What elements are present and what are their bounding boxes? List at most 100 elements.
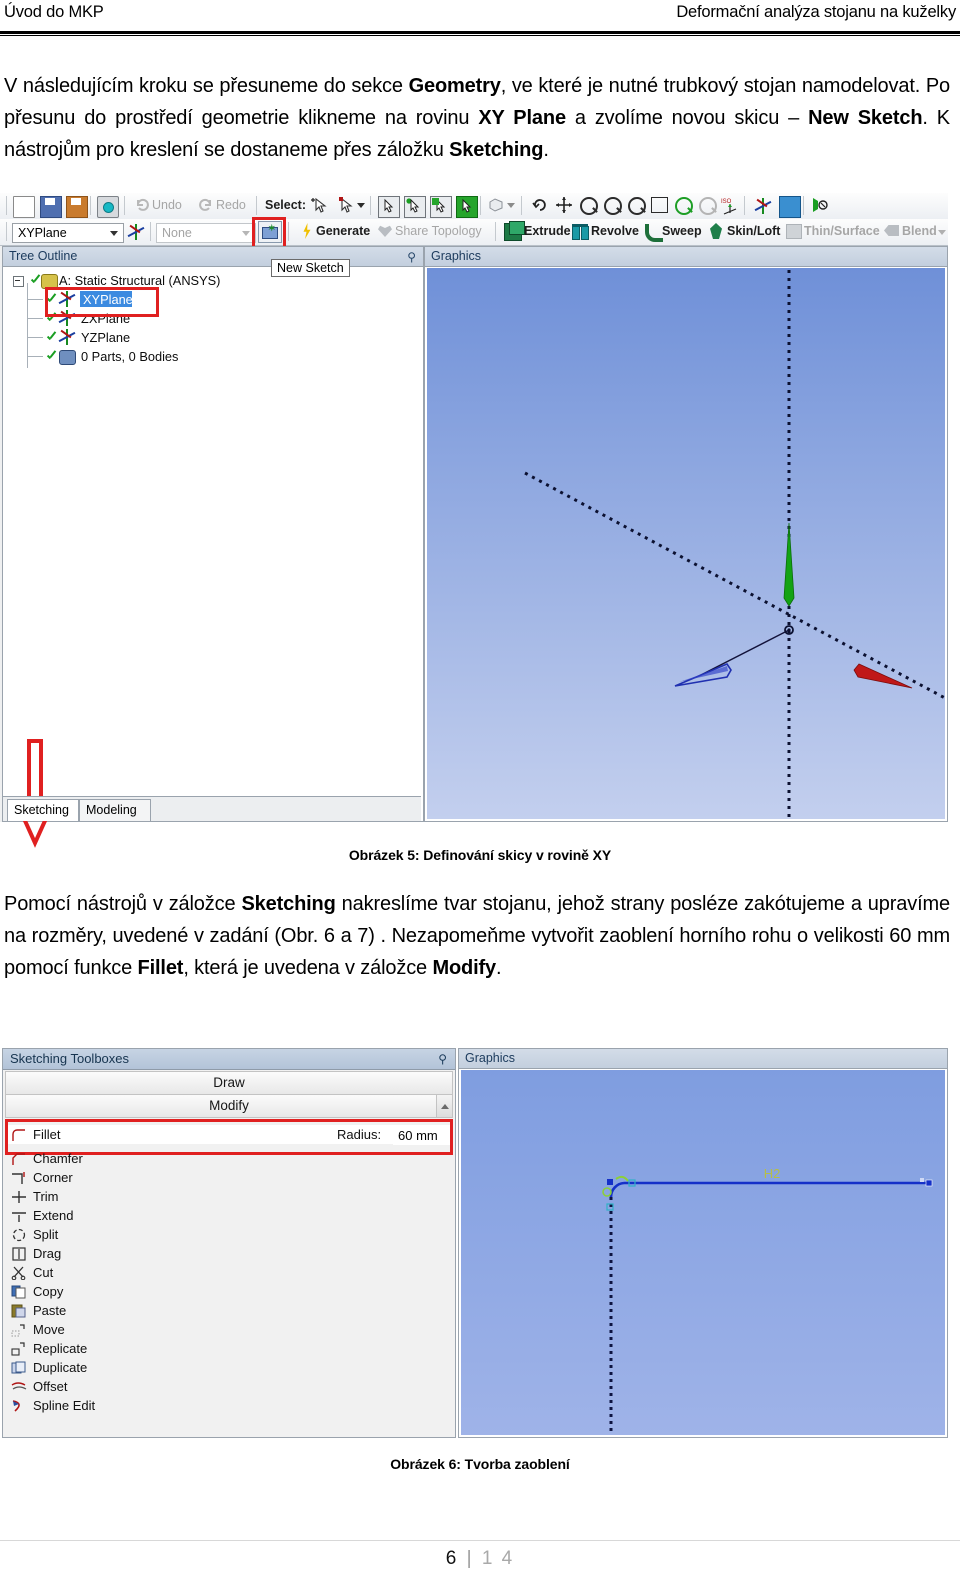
group-draw[interactable]: Draw bbox=[5, 1071, 453, 1095]
rotate-icon[interactable] bbox=[531, 196, 551, 216]
iso-view-icon[interactable]: ISO bbox=[719, 196, 739, 216]
xyplane-highlight-annotation bbox=[45, 287, 159, 317]
skin-loft-button[interactable]: Skin/Loft bbox=[727, 224, 780, 238]
modify-item-label: Corner bbox=[33, 1170, 73, 1185]
modify-item-replicate[interactable]: Replicate bbox=[7, 1339, 447, 1358]
modify-item-trim[interactable]: Trim bbox=[7, 1187, 447, 1206]
save-icon[interactable] bbox=[40, 196, 62, 218]
redo-label[interactable]: Redo bbox=[216, 198, 246, 212]
skin-loft-icon[interactable] bbox=[710, 223, 722, 239]
scroll-up-button[interactable] bbox=[436, 1094, 453, 1118]
box-select-icon[interactable] bbox=[337, 196, 357, 216]
modify-item-copy[interactable]: Copy bbox=[7, 1282, 447, 1301]
extrude-icon[interactable] bbox=[504, 221, 525, 241]
modify-item-drag[interactable]: Drag bbox=[7, 1244, 447, 1263]
sketching-toolboxes-panel: Sketching Toolboxes ⚲ Draw Modify Fillet… bbox=[2, 1048, 456, 1438]
look-at-icon[interactable] bbox=[810, 196, 830, 216]
plane-selector[interactable]: XYPlane bbox=[12, 223, 124, 243]
blend-button: Blend bbox=[902, 224, 937, 238]
modify-item-offset[interactable]: Offset bbox=[7, 1377, 447, 1396]
modify-item-label: Move bbox=[33, 1322, 65, 1337]
check-icon bbox=[31, 276, 40, 285]
modify-item-paste[interactable]: Paste bbox=[7, 1301, 447, 1320]
revolve-icon[interactable] bbox=[572, 224, 589, 240]
pin-icon[interactable]: ⚲ bbox=[407, 250, 416, 264]
toolbar-row-1: Undo Redo Select: ISO bbox=[0, 193, 948, 220]
share-topology-icon bbox=[378, 225, 392, 237]
magnifier-icon[interactable] bbox=[675, 197, 693, 215]
new-page-icon[interactable] bbox=[13, 196, 35, 218]
sweep-button[interactable]: Sweep bbox=[662, 224, 702, 238]
new-sketch-tooltip: New Sketch bbox=[271, 259, 350, 277]
redo-icon[interactable] bbox=[197, 196, 217, 216]
save-as-icon[interactable] bbox=[66, 196, 88, 218]
revolve-button[interactable]: Revolve bbox=[591, 224, 639, 238]
sweep-icon[interactable] bbox=[645, 224, 663, 242]
generate-icon[interactable] bbox=[303, 223, 311, 239]
zoom-to-fit-icon[interactable] bbox=[651, 197, 668, 213]
box-zoom-icon[interactable] bbox=[628, 197, 646, 215]
extend-icon bbox=[11, 1209, 27, 1223]
zoom-icon[interactable] bbox=[580, 197, 598, 215]
share-topology-button: Share Topology bbox=[395, 224, 482, 238]
new-plane-icon[interactable] bbox=[127, 224, 145, 240]
tab-modeling[interactable]: Modeling bbox=[79, 799, 151, 821]
plane-selector-value: XYPlane bbox=[18, 226, 67, 240]
view-cube-icon[interactable] bbox=[487, 196, 507, 216]
graphics-header: Graphics bbox=[425, 247, 947, 267]
toolbar-divider bbox=[6, 196, 7, 215]
new-sketch-highlight-annotation bbox=[252, 217, 286, 249]
sketch-selector[interactable]: None bbox=[156, 223, 256, 243]
cut-icon bbox=[11, 1266, 27, 1281]
chevron-down-icon[interactable] bbox=[507, 203, 515, 208]
modify-item-label: Trim bbox=[33, 1189, 59, 1204]
footer-rule bbox=[0, 1540, 960, 1541]
zoom-out-icon[interactable] bbox=[699, 197, 717, 215]
tree-item-yzplane[interactable]: YZPlane bbox=[3, 328, 423, 347]
running-head-left: Úvod do MKP bbox=[4, 3, 104, 21]
zoom-in-icon[interactable] bbox=[604, 197, 622, 215]
modify-item-duplicate[interactable]: Duplicate bbox=[7, 1358, 447, 1377]
undo-icon[interactable] bbox=[133, 196, 153, 216]
plane-icon[interactable] bbox=[753, 196, 773, 216]
screenshot-icon[interactable] bbox=[97, 196, 119, 218]
tab-sketching[interactable]: Sketching bbox=[7, 799, 79, 821]
sketch-selector-value: None bbox=[162, 226, 192, 240]
body-filter-icon[interactable] bbox=[456, 196, 478, 218]
modify-item-move[interactable]: Move bbox=[7, 1320, 447, 1339]
face-filter-icon[interactable] bbox=[430, 196, 452, 218]
thin-surface-button: Thin/Surface bbox=[804, 224, 880, 238]
single-select-icon[interactable] bbox=[310, 196, 330, 216]
vertex-filter-icon[interactable] bbox=[378, 196, 400, 218]
group-modify[interactable]: Modify bbox=[5, 1094, 453, 1118]
tree-item-bodies[interactable]: 0 Parts, 0 Bodies bbox=[3, 347, 423, 366]
check-icon bbox=[47, 333, 56, 342]
graphics-viewport[interactable] bbox=[427, 268, 945, 820]
header-rule-thin bbox=[0, 35, 960, 36]
pan-icon[interactable] bbox=[555, 196, 575, 216]
modify-item-chamfer[interactable]: Chamfer bbox=[7, 1149, 447, 1168]
modify-item-split[interactable]: Split bbox=[7, 1225, 447, 1244]
tab-label: Sketching bbox=[14, 803, 69, 817]
edge-filter-icon[interactable] bbox=[404, 196, 426, 218]
modify-item-spline-edit[interactable]: Spline Edit bbox=[7, 1396, 447, 1415]
expand-collapse-icon[interactable] bbox=[13, 276, 24, 287]
panel-tab-bar: Sketching Modeling bbox=[3, 796, 421, 821]
body-icon[interactable] bbox=[779, 196, 801, 218]
modify-item-corner[interactable]: Corner bbox=[7, 1168, 447, 1187]
extrude-button[interactable]: Extrude bbox=[524, 224, 571, 238]
modify-item-label: Replicate bbox=[33, 1341, 88, 1356]
chevron-down-icon bbox=[938, 230, 946, 235]
modify-item-extend[interactable]: Extend bbox=[7, 1206, 447, 1225]
graphics-viewport-2[interactable]: H2 bbox=[461, 1070, 945, 1435]
toolbar-divider bbox=[803, 196, 804, 215]
pin-icon[interactable]: ⚲ bbox=[438, 1052, 447, 1066]
chevron-down-icon[interactable] bbox=[357, 203, 365, 208]
tree-item-label: 0 Parts, 0 Bodies bbox=[81, 349, 179, 364]
modify-item-cut[interactable]: Cut bbox=[7, 1263, 447, 1282]
total-pages: 1 4 bbox=[481, 1548, 515, 1569]
spline-edit-icon bbox=[11, 1399, 27, 1413]
toolbar-divider bbox=[150, 222, 151, 241]
undo-label[interactable]: Undo bbox=[152, 198, 182, 212]
generate-button[interactable]: Generate bbox=[316, 224, 370, 238]
